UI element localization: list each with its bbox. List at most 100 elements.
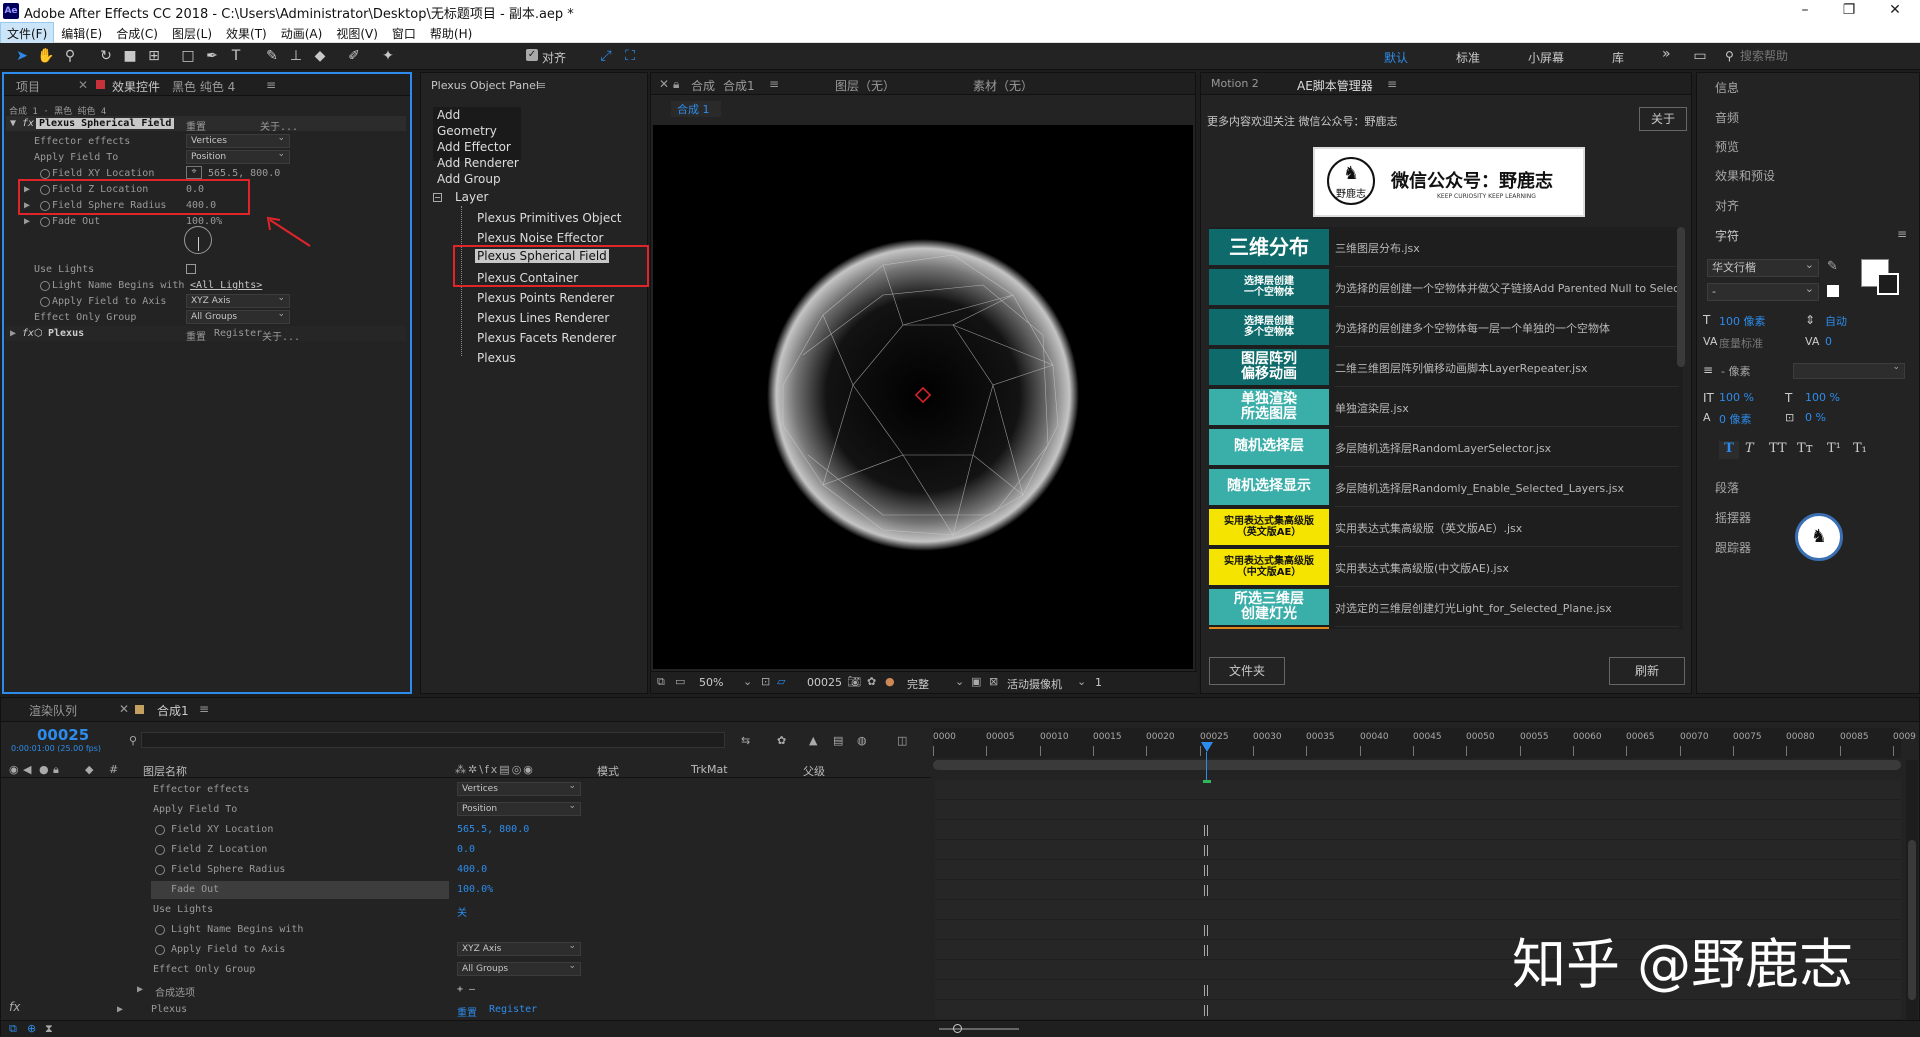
close-tab-icon[interactable]: ✕ <box>78 78 88 92</box>
expand-arrow-icon[interactable]: ▶ <box>137 984 143 995</box>
toggle-render-time-icon[interactable]: ⧗ <box>45 1022 53 1036</box>
menu-window[interactable]: 窗口 <box>385 22 423 45</box>
hand-tool-icon[interactable]: ✋ <box>36 47 56 65</box>
stopwatch-icon[interactable] <box>40 297 50 307</box>
fx-icon[interactable]: fx <box>22 118 34 129</box>
tree-item[interactable]: Plexus Primitives Object <box>477 211 622 225</box>
resolution-dropdown[interactable]: 完整 <box>907 676 929 692</box>
tab-motion[interactable]: Motion 2 <box>1211 77 1259 90</box>
toggle-switches-icon[interactable]: ⧉ <box>9 1022 17 1036</box>
draft-3d-icon[interactable]: ✿ <box>777 734 786 747</box>
script-description[interactable]: 为选择的层创建一个空物体并做父子链接Add Parented Null to S… <box>1335 280 1679 296</box>
effect-only-group-dropdown[interactable]: All Groups <box>186 308 290 324</box>
stopwatch-icon[interactable] <box>40 281 50 291</box>
effect-about-link[interactable]: 关于... <box>262 328 300 343</box>
viewer-timecode[interactable]: 00025 <box>807 676 842 689</box>
script-description[interactable]: 对选定的三维层创建灯光Light_for_Selected_Plane.jsx <box>1335 600 1679 616</box>
tree-item[interactable]: Plexus Facets Renderer <box>477 331 616 345</box>
monitor-icon[interactable]: ▭ <box>675 675 685 688</box>
panel-paragraph[interactable]: 段落 <box>1715 479 1739 496</box>
effect-name[interactable]: Plexus <box>48 328 84 339</box>
hold-keyframe-marker[interactable] <box>1204 925 1208 936</box>
help-search-input[interactable] <box>1740 47 1910 65</box>
snapshot-icon[interactable]: 📷︎ <box>847 675 861 688</box>
menu-view[interactable]: 视图(V) <box>329 22 385 45</box>
timeline-prop-value[interactable]: 100.0% <box>457 884 493 895</box>
workspace-small-screen[interactable]: 小屏幕 <box>1528 49 1564 66</box>
comp-viewer[interactable] <box>653 125 1193 669</box>
zoom-tool-icon[interactable]: ⚲ <box>60 47 80 65</box>
timeline-prop-value[interactable]: + — <box>457 984 475 995</box>
panel-menu-icon[interactable]: ≡ <box>1897 227 1907 241</box>
snap-icon[interactable]: ⤢ <box>596 47 616 65</box>
panel-menu-icon[interactable]: ≡ <box>1387 77 1397 91</box>
hold-keyframe-marker[interactable] <box>1204 845 1208 856</box>
stopwatch-icon[interactable] <box>155 845 165 855</box>
transparency-grid-icon[interactable]: ▱ <box>777 675 785 688</box>
col-mode[interactable]: 模式 <box>597 763 619 779</box>
panel-menu-icon[interactable]: ≡ <box>769 77 779 91</box>
collapse-tree-icon[interactable]: − <box>433 193 442 202</box>
effector-effects-dropdown[interactable]: Vertices <box>186 132 290 148</box>
kerning-value[interactable]: 度量标准 <box>1719 335 1763 351</box>
tracking-value[interactable]: 0 <box>1825 335 1832 348</box>
angle-dial[interactable] <box>184 226 212 254</box>
hold-keyframe-marker[interactable] <box>1204 1005 1208 1016</box>
clone-stamp-tool-icon[interactable]: ⊥ <box>286 47 306 65</box>
panel-effects-presets[interactable]: 效果和预设 <box>1715 167 1775 184</box>
minimize-button[interactable]: – <box>1790 2 1820 18</box>
font-style-dropdown[interactable]: - <box>1707 281 1819 301</box>
panel-audio[interactable]: 音频 <box>1715 109 1739 126</box>
subscript-button[interactable]: T₁ <box>1853 441 1867 456</box>
vertical-scale-value[interactable]: 100 % <box>1719 391 1754 404</box>
timeline-prop-value[interactable]: 0.0 <box>457 844 475 855</box>
horizontal-scale-value[interactable]: 100 % <box>1805 391 1840 404</box>
stopwatch-icon[interactable] <box>40 217 50 227</box>
apply-field-axis-dropdown[interactable]: XYZ Axis <box>186 292 290 308</box>
selection-tool-icon[interactable]: ➤ <box>12 47 32 65</box>
script-button[interactable]: 选择层创建 多个空物体 <box>1209 309 1329 345</box>
zoom-slider-thumb[interactable] <box>953 1024 962 1033</box>
script-button[interactable]: 三维分布 <box>1209 229 1329 265</box>
fade-out-value[interactable]: 100.0% <box>186 216 222 227</box>
effect-name[interactable]: Plexus Spherical Field <box>36 118 175 129</box>
sync-settings-icon[interactable]: ▭ <box>1690 47 1710 65</box>
tree-item[interactable]: Plexus Noise Effector <box>477 231 603 245</box>
timeline-prop-value[interactable]: 关 <box>457 904 467 919</box>
puppet-tool-icon[interactable]: ✦ <box>378 47 398 65</box>
script-description[interactable]: 实用表达式集高级版(中文版AE).jsx <box>1335 560 1679 576</box>
chevron-down-icon[interactable]: ⌄ <box>743 675 752 688</box>
chevron-down-icon[interactable]: ⌄ <box>1077 675 1086 688</box>
tab-effect-layer[interactable]: 黑色 纯色 4 <box>172 78 235 95</box>
effect-reset-link[interactable]: 重置 <box>186 328 206 343</box>
tab-render-queue[interactable]: 渲染队列 <box>29 702 77 719</box>
tab-comp-name[interactable]: 合成1 <box>723 77 755 94</box>
color-channel-icon[interactable]: ● <box>885 675 895 688</box>
script-button[interactable]: 实用表达式集高级版 （中文版AE） <box>1209 549 1329 585</box>
workspace-more-button[interactable]: » <box>1662 46 1671 62</box>
camera-tool-icon[interactable]: ■ <box>120 47 140 65</box>
script-description[interactable]: 为选择的层创建多个空物体每一层一个单独的一个空物体 <box>1335 320 1679 336</box>
panel-menu-icon[interactable]: ≡ <box>199 702 209 716</box>
toggle-modes-icon[interactable]: ⊕ <box>27 1022 36 1035</box>
stopwatch-icon[interactable] <box>40 169 50 179</box>
col-layer-name[interactable]: 图层名称 <box>143 763 187 779</box>
menu-file[interactable]: 文件(F) <box>0 22 55 45</box>
timeline-timecode[interactable]: 00025 <box>37 726 89 744</box>
stroke-style-dropdown[interactable] <box>1793 361 1905 379</box>
rectangle-tool-icon[interactable]: □ <box>178 47 198 65</box>
always-preview-icon[interactable]: ⧉ <box>657 675 665 689</box>
timeline-prop-dropdown[interactable]: All Groups <box>457 960 581 976</box>
apply-field-to-dropdown[interactable]: Position <box>186 148 290 164</box>
menu-effect[interactable]: 效果(T) <box>219 22 274 45</box>
hold-keyframe-marker[interactable] <box>1204 825 1208 836</box>
tab-project[interactable]: 项目 <box>16 78 40 95</box>
panel-tracker[interactable]: 跟踪器 <box>1715 539 1751 556</box>
add-renderer-button[interactable]: Add Renderer <box>433 155 521 171</box>
tab-footage[interactable]: 素材（无） <box>973 77 1033 94</box>
baseline-value[interactable]: 0 像素 <box>1719 411 1752 427</box>
hold-keyframe-marker[interactable] <box>1204 945 1208 956</box>
script-description[interactable]: 实用表达式集高级版（英文版AE）.jsx <box>1335 520 1679 536</box>
col-trkmat[interactable]: TrkMat <box>691 763 728 776</box>
region-icon[interactable]: ⊡ <box>761 675 770 688</box>
